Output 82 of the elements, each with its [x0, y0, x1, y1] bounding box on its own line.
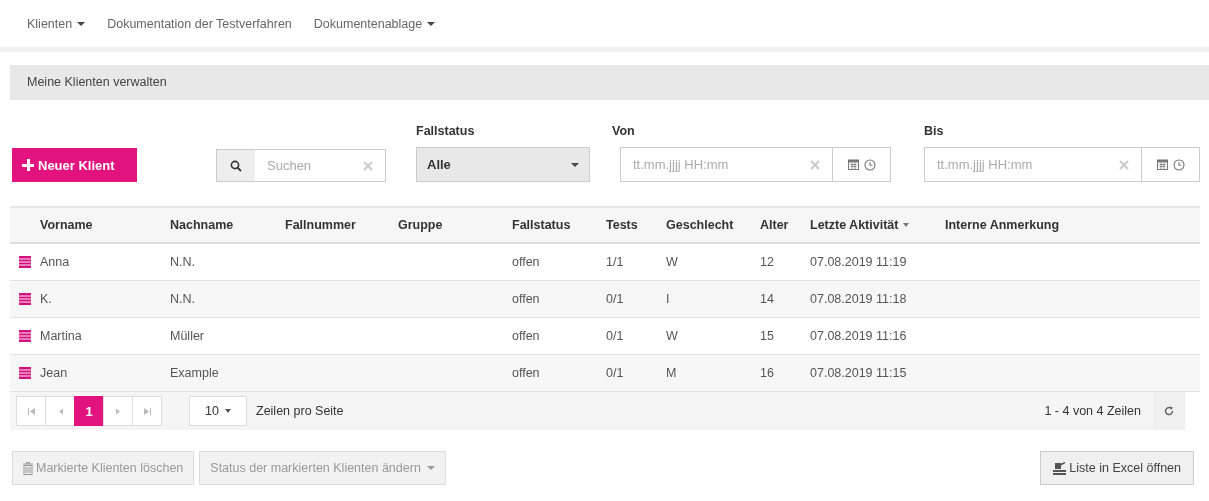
table-cell: Müller	[170, 329, 205, 343]
menu-icon[interactable]	[19, 293, 31, 305]
column-header[interactable]: Nachname	[170, 218, 285, 232]
column-header[interactable]: Gruppe	[398, 218, 512, 232]
menu-icon[interactable]	[19, 367, 31, 379]
column-header[interactable]: Tests	[606, 218, 666, 232]
next-page-icon	[114, 407, 122, 415]
table-cell: M	[666, 366, 677, 380]
nav-item[interactable]: Dokumentation der Testverfahren	[107, 16, 292, 31]
pager-summary: 1 - 4 von 4 Zeilen	[1044, 404, 1141, 418]
table-cell: 15	[760, 329, 774, 343]
first-page-icon	[27, 407, 35, 415]
table-cell: 0/1	[606, 366, 624, 380]
table-cell: W	[666, 255, 678, 269]
date-picker[interactable]: tt.mm.jjjj HH:mm	[924, 147, 1200, 182]
table-cell: 0/1	[606, 292, 624, 306]
page-button[interactable]: 1	[74, 396, 104, 426]
date-field[interactable]: tt.mm.jjjj HH:mm	[925, 156, 1089, 173]
excel-export-button[interactable]: Liste in Excel öffnen	[1040, 451, 1194, 485]
column-header[interactable]: Interne Anmerkung	[945, 218, 1165, 232]
menu-icon[interactable]	[19, 330, 31, 342]
table-cell: W	[666, 329, 678, 343]
table-cell: 14	[760, 292, 774, 306]
table-cell: 07.08.2019 11:15	[810, 366, 907, 380]
status-select[interactable]: Alle	[416, 147, 590, 182]
table-cell: 07.08.2019 11:19	[810, 255, 907, 269]
page-size-select[interactable]: 10	[189, 396, 247, 426]
table-cell: 16	[760, 366, 774, 380]
calendar-icon	[1156, 159, 1168, 170]
column-header[interactable]: Vorname	[40, 218, 170, 232]
table-cell: I	[666, 292, 670, 306]
nav-item[interactable]: Dokumentenablage	[313, 16, 436, 31]
trash-icon	[23, 461, 33, 475]
search-icon	[230, 159, 242, 172]
page-header: Meine Klienten verwalten	[10, 65, 1209, 100]
menu-icon[interactable]	[19, 256, 31, 268]
filter-label: Bis	[924, 124, 945, 138]
clear-icon	[363, 160, 373, 171]
table-cell: Martina	[40, 329, 82, 343]
table-cell: N.N.	[170, 292, 195, 306]
filter-label: Von	[612, 124, 636, 138]
filter-label: Fallstatus	[416, 124, 476, 138]
refresh-button[interactable]	[1153, 392, 1185, 430]
table-cell: 07.08.2019 11:18	[810, 292, 907, 306]
table-cell: K.	[40, 292, 52, 306]
refresh-icon	[1164, 406, 1174, 416]
next-page-button[interactable]	[103, 396, 133, 426]
export-icon	[1053, 461, 1067, 475]
date-picker[interactable]: tt.mm.jjjj HH:mm	[620, 147, 891, 182]
column-header[interactable]: Letzte Aktivität	[810, 218, 945, 232]
search-field[interactable]: Suchen	[255, 157, 359, 174]
table-cell: offen	[512, 255, 540, 269]
clock-icon	[863, 158, 876, 171]
table-cell: Example	[170, 366, 219, 380]
previous-page-icon	[56, 407, 64, 415]
date-field[interactable]: tt.mm.jjjj HH:mm	[621, 156, 785, 173]
table-cell: offen	[512, 366, 540, 380]
column-header[interactable]: Fallstatus	[512, 218, 606, 232]
table-cell: Jean	[40, 366, 68, 380]
table-cell: offen	[512, 329, 540, 343]
table-cell: 1/1	[606, 255, 624, 269]
clock-icon	[1172, 158, 1185, 171]
clear-icon	[1119, 159, 1129, 170]
page-size-label: Zeilen pro Seite	[256, 404, 344, 418]
column-header[interactable]: Geschlecht	[666, 218, 760, 232]
column-header[interactable]: Alter	[760, 218, 810, 232]
last-page-icon	[143, 407, 151, 415]
previous-page-button[interactable]	[45, 396, 75, 426]
column-header[interactable]: Fallnummer	[285, 218, 398, 232]
table-cell: 0/1	[606, 329, 624, 343]
table-cell: N.N.	[170, 255, 195, 269]
new-client-button[interactable]: Neuer Klient	[12, 148, 137, 182]
clear-icon	[810, 159, 820, 170]
table-cell: Anna	[40, 255, 70, 269]
nav-item[interactable]: Klienten	[27, 16, 86, 31]
search-box[interactable]: Suchen	[216, 149, 386, 182]
first-page-button[interactable]	[16, 396, 46, 426]
table-cell: 07.08.2019 11:16	[810, 329, 907, 343]
table-cell: 12	[760, 255, 774, 269]
calendar-icon	[847, 159, 859, 170]
last-page-button[interactable]	[132, 396, 162, 426]
table-cell: offen	[512, 292, 540, 306]
